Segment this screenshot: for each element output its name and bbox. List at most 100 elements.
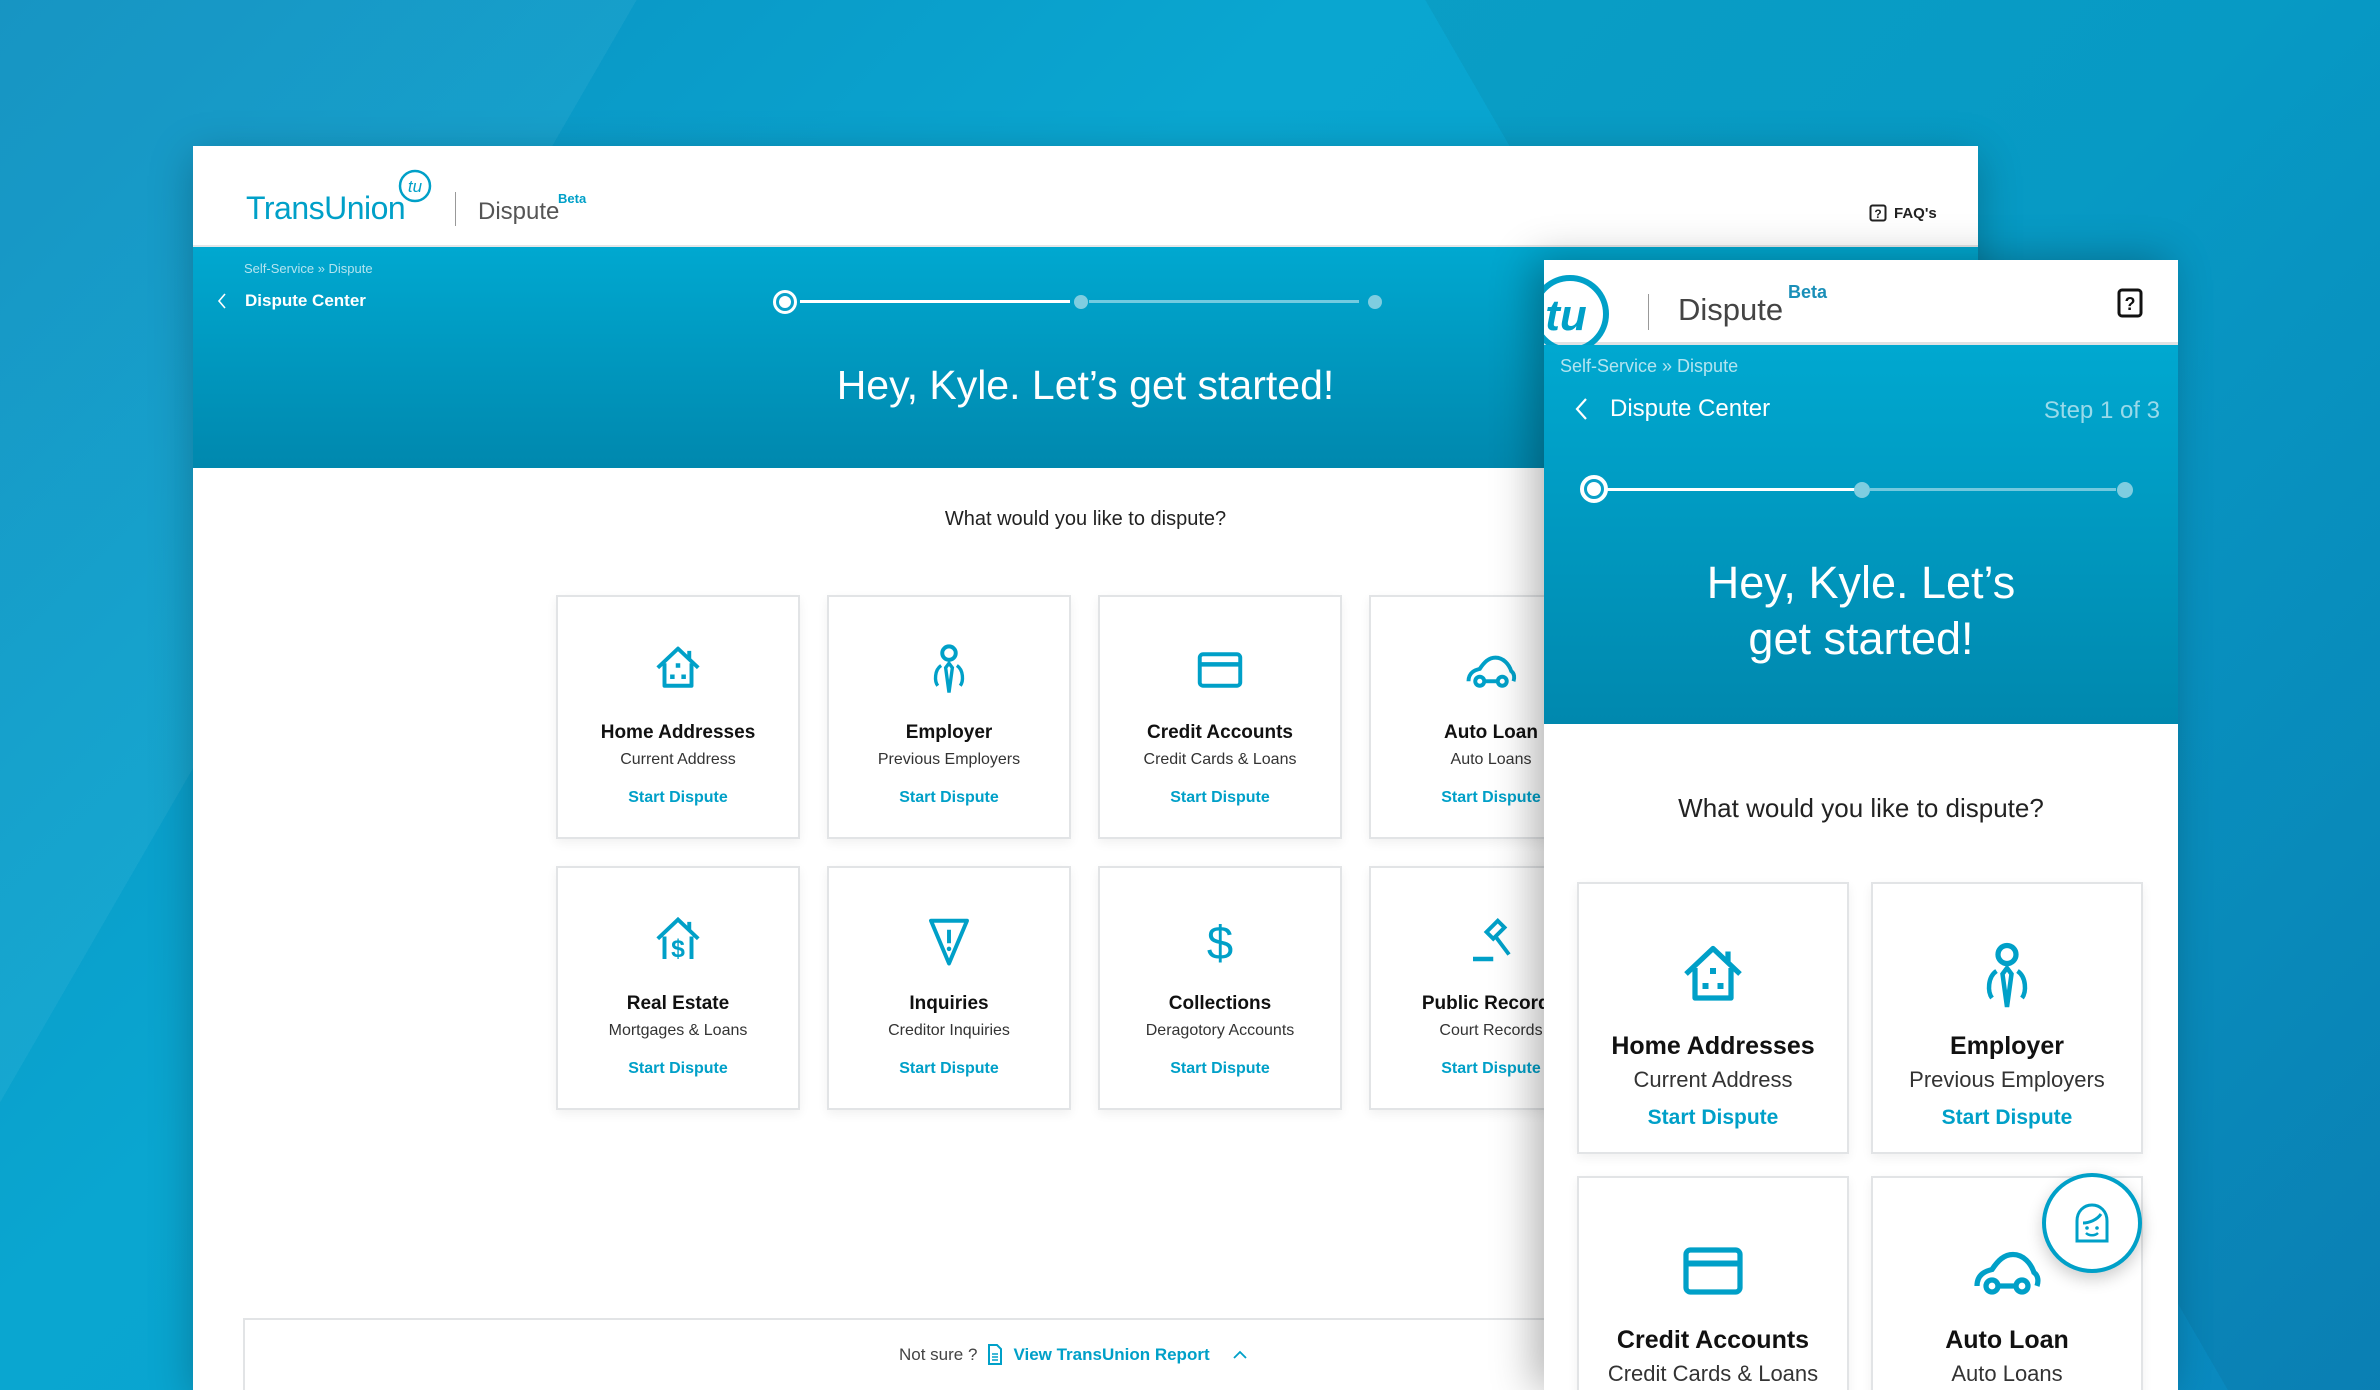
dispute-card-home-addresses[interactable]: Home Addresses Current Address Start Dispu…: [1577, 882, 1849, 1154]
chevron-left-icon: [217, 293, 226, 309]
card-title: Real Estate: [626, 993, 730, 1014]
beta-badge: Beta: [558, 191, 587, 206]
dispute-card-home-addresses[interactable]: Home Addresses Current Address Start Dispu…: [556, 595, 800, 839]
back-button[interactable]: Dispute Center: [217, 291, 366, 311]
step-3: [1368, 295, 1382, 309]
credit-card-icon: [1683, 1247, 1743, 1295]
dispute-card-real-estate[interactable]: $ Real Estate Mortgages & Loans Start Dispu…: [556, 866, 800, 1110]
product-name: Dispute: [478, 198, 560, 225]
progress-line-todo: [1870, 488, 2116, 491]
divider: [1648, 294, 1649, 330]
transunion-logo[interactable]: TransUnion: [246, 190, 406, 227]
card-subtitle: Mortgages & Loans: [608, 1022, 748, 1039]
progress-line-todo: [1089, 300, 1359, 303]
card-subtitle: Credit Cards & Loans: [1607, 1361, 1819, 1386]
back-label: Dispute Center: [1610, 395, 1771, 422]
house-icon: [656, 646, 700, 688]
start-dispute-link[interactable]: Start Dispute: [829, 1060, 1069, 1078]
step-indicator: Step 1 of 3: [2043, 397, 2160, 424]
footer-content: Not sure ? View TransUnion Report: [899, 1344, 1248, 1366]
start-dispute-link[interactable]: Start Dispute: [558, 1060, 798, 1078]
divider: [455, 192, 456, 226]
house-icon: [1684, 945, 1742, 1001]
svg-text:?: ?: [1874, 207, 1881, 221]
card-subtitle: Creditor Inquiries: [888, 1022, 1010, 1039]
dispute-card-employer[interactable]: Employer Previous Employers Start Dispute: [827, 595, 1071, 839]
svg-text:tu: tu: [408, 177, 423, 196]
tu-logo-text: tu: [1545, 291, 1587, 340]
dispute-card-collections[interactable]: $ Collections Deragotory Accounts Start Dis…: [1098, 866, 1342, 1110]
mobile-header: tu Dispute Beta ?: [1544, 260, 2178, 353]
card-subtitle: Deragotory Accounts: [1145, 1022, 1295, 1039]
headline-line-2: get started!: [1748, 613, 1974, 664]
card-title: Credit Accounts: [1146, 722, 1294, 743]
dispute-card-credit-accounts[interactable]: Credit Accounts Credit Cards & Loans Start…: [1098, 595, 1342, 839]
start-dispute-link[interactable]: Start Dispute: [1100, 1060, 1340, 1078]
chat-agent-icon: [2075, 1203, 2109, 1243]
headline: Hey, Kyle. Let’s get started!: [1544, 555, 2178, 667]
faq-button[interactable]: ? FAQ's: [1869, 204, 1937, 222]
question: What would you like to dispute?: [1678, 793, 2044, 823]
card-subtitle: Current Address: [620, 751, 736, 768]
card-title: Credit Accounts: [1616, 1326, 1810, 1354]
svg-text:?: ?: [2125, 294, 2136, 314]
card-title: Home Addresses: [1611, 1032, 1815, 1060]
step-2: [1074, 295, 1088, 309]
warning-triangle-icon: [929, 918, 969, 966]
help-icon: ?: [1869, 204, 1887, 222]
back-label: Dispute Center: [245, 291, 366, 310]
card-subtitle: Credit Cards & Loans: [1143, 751, 1297, 768]
back-button[interactable]: Dispute Center: [1574, 395, 1770, 423]
view-report-link[interactable]: View TransUnion Report: [1013, 1345, 1209, 1365]
card-subtitle: Previous Employers: [877, 751, 1021, 768]
product-name: Dispute: [1678, 292, 1784, 327]
card-title: Inquiries: [909, 993, 989, 1014]
chevron-left-icon: [1575, 398, 1587, 420]
credit-card-icon: [1197, 652, 1243, 688]
svg-text:$: $: [671, 936, 685, 963]
start-dispute-link[interactable]: Start Dispute: [1579, 1106, 1847, 1130]
help-icon[interactable]: ?: [2117, 288, 2143, 318]
desktop-header: TransUnion tu Dispute Beta ? FAQ's: [193, 146, 1978, 247]
dollar-icon: $: [1207, 917, 1233, 968]
progress-line-done: [800, 300, 1070, 303]
breadcrumb[interactable]: Self-Service » Dispute: [1560, 356, 1738, 377]
not-sure-label: Not sure ?: [899, 1345, 978, 1364]
chat-agent-button[interactable]: [2042, 1173, 2142, 1273]
dispute-card-inquiries[interactable]: Inquiries Creditor Inquiries Start Dispute: [827, 866, 1071, 1110]
card-title: Home Addresses: [600, 722, 756, 743]
card-title: Collections: [1168, 993, 1272, 1014]
card-title: Auto Loan: [1945, 1326, 2069, 1354]
document-icon: [988, 1344, 1003, 1365]
employee-icon: [933, 644, 965, 693]
headline-line-1: Hey, Kyle. Let’s: [1706, 557, 2016, 608]
step-3: [2117, 482, 2133, 498]
step-1-current: [1580, 475, 1608, 503]
progress-line-done: [1606, 488, 1858, 491]
gavel-icon: [1473, 917, 1511, 962]
card-subtitle: Current Address: [1633, 1067, 1793, 1092]
dispute-card-credit-accounts[interactable]: Credit Accounts Credit Cards & Loans: [1577, 1176, 1849, 1390]
tu-logo-icon: tu: [398, 169, 432, 203]
start-dispute-link[interactable]: Start Dispute: [558, 789, 798, 807]
card-subtitle: Previous Employers: [1909, 1067, 2105, 1092]
card-title: Employer: [905, 722, 993, 743]
car-icon: [1974, 1251, 2041, 1295]
card-title: Employer: [1950, 1032, 2064, 1060]
house-dollar-icon: $: [656, 916, 700, 963]
faq-label: FAQ's: [1894, 204, 1937, 222]
start-dispute-link[interactable]: Start Dispute: [1100, 789, 1340, 807]
step-1-current: [773, 290, 797, 314]
car-icon: [1466, 655, 1517, 688]
chevron-up-icon[interactable]: [1232, 1350, 1248, 1360]
mobile-hero: Self-Service » Dispute Dispute Center St…: [1544, 345, 2178, 724]
mobile-window: tu Dispute Beta ? Self-Service » Dispute…: [1544, 260, 2178, 1390]
employee-icon: [1986, 942, 2028, 1008]
card-subtitle: Auto Loans: [1951, 1361, 2063, 1386]
start-dispute-link[interactable]: Start Dispute: [1873, 1106, 2141, 1130]
step-2: [1854, 482, 1870, 498]
dispute-card-employer[interactable]: Employer Previous Employers Start Dispute: [1871, 882, 2143, 1154]
beta-badge: Beta: [1788, 282, 1828, 302]
breadcrumb[interactable]: Self-Service » Dispute: [244, 261, 373, 276]
start-dispute-link[interactable]: Start Dispute: [829, 789, 1069, 807]
